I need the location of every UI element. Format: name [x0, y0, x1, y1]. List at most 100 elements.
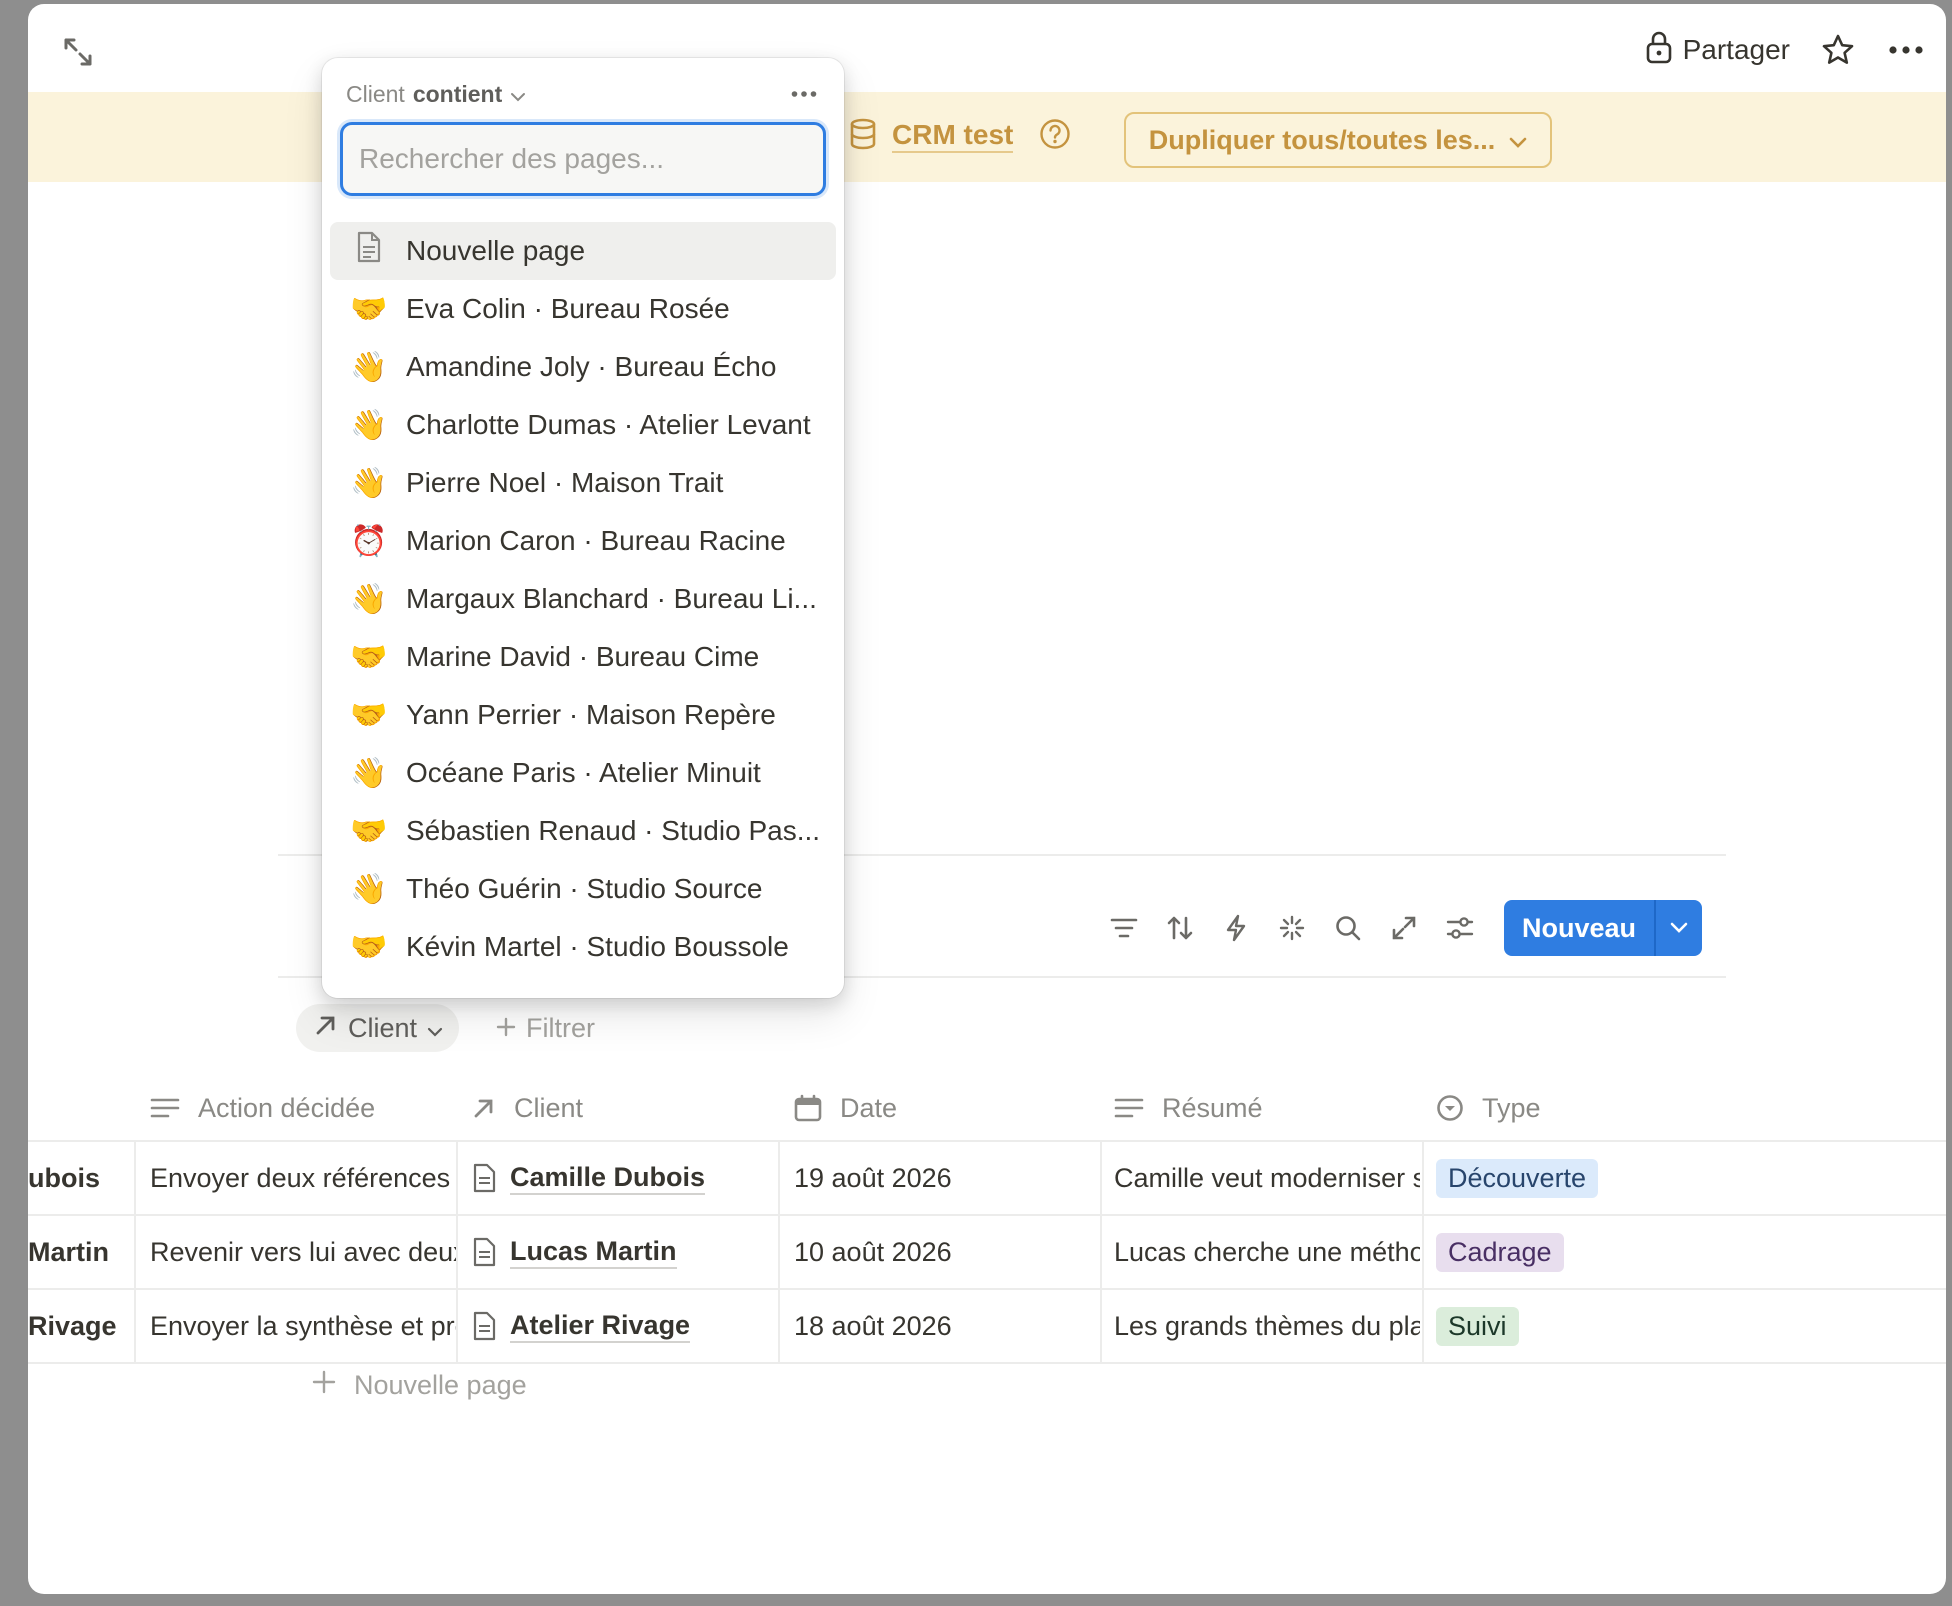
waving-hand-icon: 👋 — [350, 349, 388, 385]
page-icon — [350, 231, 388, 271]
plus-icon — [496, 1013, 516, 1044]
row-title-cell[interactable]: Rivage — [28, 1290, 128, 1362]
option-label: Marion Caron · Bureau Racine — [406, 525, 786, 556]
handshake-icon: 🤝 — [350, 291, 388, 327]
column-divider — [1422, 1216, 1424, 1288]
column-divider — [1100, 1216, 1102, 1288]
client-cell[interactable]: Camille Dubois — [472, 1142, 772, 1214]
option-page[interactable]: 👋 Pierre Noel · Maison Trait — [330, 454, 836, 512]
table-row[interactable]: Rivage Envoyer la synthèse et prépar Ate… — [28, 1290, 1946, 1364]
option-page[interactable]: ⏰ Marion Caron · Bureau Racine — [330, 512, 836, 570]
ai-sparkle-icon[interactable] — [1264, 900, 1320, 956]
column-header-type[interactable]: Type — [1436, 1076, 1541, 1140]
client-link[interactable]: Lucas Martin — [510, 1236, 677, 1269]
action-cell[interactable]: Revenir vers lui avec deux cré — [150, 1216, 456, 1288]
type-cell[interactable]: Suivi — [1436, 1290, 1636, 1362]
resume-cell[interactable]: Les grands thèmes du plannin — [1114, 1290, 1420, 1362]
add-new-page-button[interactable]: Nouvelle page — [312, 1360, 527, 1410]
handshake-icon: 🤝 — [350, 813, 388, 849]
client-link[interactable]: Camille Dubois — [510, 1162, 706, 1195]
option-label: Charlotte Dumas · Atelier Levant — [406, 409, 811, 440]
expand-icon[interactable] — [60, 34, 96, 70]
option-page[interactable]: 🤝 Marine David · Bureau Cime — [330, 628, 836, 686]
add-filter-label: Filtrer — [526, 1012, 595, 1043]
option-label: Marine David · Bureau Cime — [406, 641, 760, 672]
resume-cell[interactable]: Lucas cherche une méthode c — [1114, 1216, 1420, 1288]
column-header-resume[interactable]: Résumé — [1114, 1076, 1263, 1140]
open-full-page-icon[interactable] — [1376, 900, 1432, 956]
share-button[interactable]: Partager — [1645, 30, 1790, 71]
option-new-page[interactable]: Nouvelle page — [330, 222, 836, 280]
type-tag: Découverte — [1436, 1158, 1599, 1198]
option-label: Margaux Blanchard · Bureau Li... — [406, 583, 817, 614]
sort-icon[interactable] — [1152, 900, 1208, 956]
type-tag: Suivi — [1436, 1306, 1519, 1346]
column-label: Client — [514, 1092, 584, 1123]
column-header-action[interactable]: Action décidée — [150, 1076, 375, 1140]
filter-icon[interactable] — [1096, 900, 1152, 956]
client-filter-chip[interactable]: Client — [296, 1004, 460, 1052]
option-page[interactable]: 👋 Amandine Joly · Bureau Écho — [330, 338, 836, 396]
relation-arrow-icon — [314, 1013, 338, 1044]
row-title-cell[interactable]: Martin — [28, 1216, 128, 1288]
option-page[interactable]: 🤝 Sébastien Renaud · Studio Pas... — [330, 802, 836, 860]
filter-condition-selector[interactable]: Client contient — [346, 74, 526, 114]
help-icon[interactable] — [1039, 118, 1071, 155]
type-cell[interactable]: Cadrage — [1436, 1216, 1636, 1288]
page-icon — [473, 1163, 496, 1193]
column-divider — [1422, 1290, 1424, 1362]
option-page[interactable]: 👋 Océane Paris · Atelier Minuit — [330, 744, 836, 802]
banner-database-link[interactable]: CRM test — [848, 114, 1071, 158]
column-divider — [456, 1216, 458, 1288]
action-cell[interactable]: Envoyer deux références puis — [150, 1142, 456, 1214]
new-button-group: Nouveau — [1504, 900, 1703, 956]
option-page[interactable]: 👋 Margaux Blanchard · Bureau Li... — [330, 570, 836, 628]
option-label: Kévin Martel · Studio Boussole — [406, 931, 789, 962]
top-bar: Partager — [28, 4, 1946, 92]
option-page[interactable]: 👋 Charlotte Dumas · Atelier Levant — [330, 396, 836, 454]
option-label: Théo Guérin · Studio Source — [406, 873, 763, 904]
resume-cell[interactable]: Camille veut moderniser son p — [1114, 1142, 1420, 1214]
date-cell[interactable]: 18 août 2026 — [794, 1290, 1094, 1362]
client-cell[interactable]: Lucas Martin — [472, 1216, 772, 1288]
client-filter-popover: Client contient Nouvelle page 🤝 Eva Coli… — [322, 58, 844, 998]
page-icon — [473, 1237, 496, 1267]
column-header-date[interactable]: Date — [794, 1076, 897, 1140]
action-cell[interactable]: Envoyer la synthèse et prépar — [150, 1290, 456, 1362]
text-property-icon — [150, 1098, 180, 1118]
new-button-dropdown[interactable] — [1656, 900, 1702, 956]
filter-chip-label: Client — [348, 1012, 418, 1043]
client-link[interactable]: Atelier Rivage — [510, 1310, 691, 1343]
new-button[interactable]: Nouveau — [1504, 900, 1654, 956]
duplicate-all-button[interactable]: Dupliquer tous/toutes les... — [1124, 112, 1552, 168]
column-divider — [456, 1290, 458, 1362]
date-cell[interactable]: 10 août 2026 — [794, 1216, 1094, 1288]
column-divider — [778, 1216, 780, 1288]
chevron-down-icon — [427, 1013, 443, 1044]
automation-icon[interactable] — [1208, 900, 1264, 956]
page-search-input[interactable] — [340, 122, 826, 196]
database-name[interactable]: CRM test — [892, 119, 1014, 153]
option-page[interactable]: 🤝 Yann Perrier · Maison Repère — [330, 686, 836, 744]
more-horizontal-icon[interactable] — [1886, 30, 1926, 70]
option-page[interactable]: 🤝 Eva Colin · Bureau Rosée — [330, 280, 836, 338]
type-cell[interactable]: Découverte — [1436, 1142, 1636, 1214]
option-page[interactable]: 👋 Théo Guérin · Studio Source — [330, 860, 836, 918]
row-title-cell[interactable]: ubois — [28, 1142, 112, 1214]
table-row[interactable]: Martin Revenir vers lui avec deux cré Lu… — [28, 1216, 1946, 1290]
option-label: Amandine Joly · Bureau Écho — [406, 351, 777, 382]
add-filter-button[interactable]: Filtrer — [496, 1004, 595, 1052]
option-page[interactable]: 🤝 Kévin Martel · Studio Boussole — [330, 918, 836, 976]
search-icon[interactable] — [1320, 900, 1376, 956]
table-row[interactable]: ubois Envoyer deux références puis Camil… — [28, 1142, 1946, 1216]
waving-hand-icon: 👋 — [350, 871, 388, 907]
view-settings-icon[interactable] — [1432, 900, 1488, 956]
star-icon[interactable] — [1818, 30, 1858, 70]
column-divider — [1422, 1142, 1424, 1214]
client-cell[interactable]: Atelier Rivage — [472, 1290, 772, 1362]
more-horizontal-icon[interactable] — [786, 76, 822, 112]
column-header-client[interactable]: Client — [472, 1076, 583, 1140]
handshake-icon: 🤝 — [350, 639, 388, 675]
column-divider — [134, 1290, 136, 1362]
date-cell[interactable]: 19 août 2026 — [794, 1142, 1094, 1214]
